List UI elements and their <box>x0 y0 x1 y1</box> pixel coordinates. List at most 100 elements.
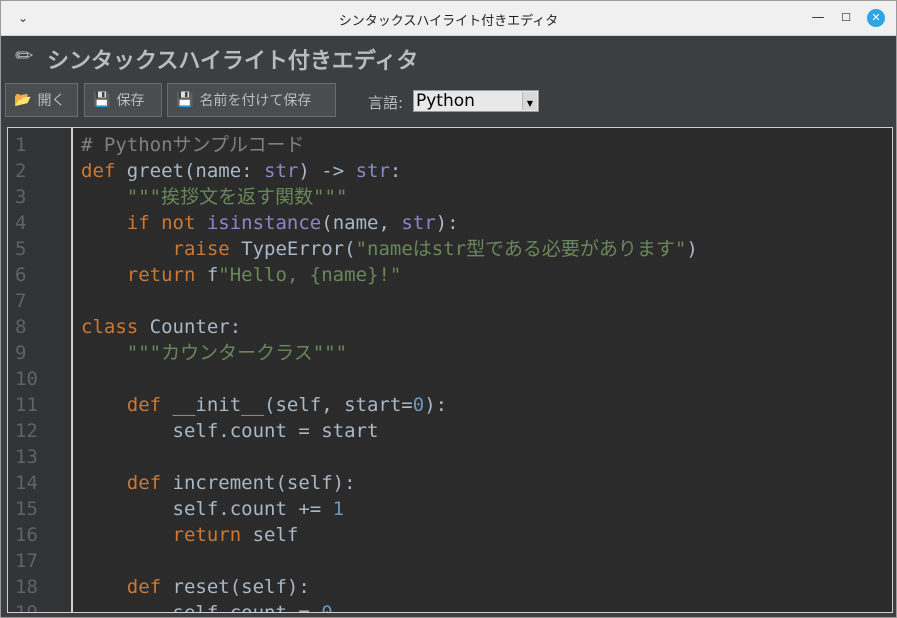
code-token: ): <box>435 212 459 234</box>
code-token: reset(self): <box>161 576 310 598</box>
code-token: isinstance <box>206 212 322 234</box>
code-token: f <box>195 264 219 286</box>
code-token: ): <box>424 394 448 416</box>
open-button[interactable]: 📂 開く <box>5 83 78 117</box>
code-line: """挨拶文を返す関数""" <box>81 184 348 210</box>
code-token: ) <box>686 238 698 260</box>
code-editor[interactable]: 1 2 3 4 5 6 7 8 9 10 11 12 13 14 15 16 17 18 19 # Pythonサン… <box>7 127 893 613</box>
code-token: Counter: <box>138 316 242 338</box>
code-token: self.count = start <box>81 420 379 442</box>
code-token: (name, <box>321 212 402 234</box>
save-button-label: 保存 <box>116 93 145 109</box>
line-number: 13 <box>15 446 38 468</box>
code-token: str <box>401 212 436 234</box>
code-token: def <box>126 576 162 598</box>
app-header: ✏ シンタックスハイライト付きエディタ <box>1 36 896 80</box>
save-button[interactable]: 💾 保存 <box>84 83 162 117</box>
code-token: def <box>126 394 162 416</box>
line-number: 6 <box>15 264 27 286</box>
floppy-disk-icon: 💾 <box>176 92 194 108</box>
code-token: # Pythonサンプルコード <box>81 134 305 156</box>
code-token: """挨拶文を返す関数""" <box>126 186 348 208</box>
save-as-button-label: 名前を付けて保存 <box>199 93 312 109</box>
title-bar: ⌄ シンタックスハイライト付きエディタ — ☐ ✕ <box>1 1 896 36</box>
code-token: return <box>172 524 242 546</box>
minimize-button[interactable]: — <box>809 9 827 27</box>
code-token: "Hello, {name}!" <box>218 264 402 286</box>
window-title: シンタックスハイライト付きエディタ <box>338 14 559 29</box>
line-number: 18 <box>15 576 38 598</box>
code-token: class <box>81 316 139 338</box>
page-title: シンタックスハイライト付きエディタ <box>47 49 419 74</box>
language-label: 言語: <box>368 94 404 112</box>
code-token: str <box>264 160 299 182</box>
line-number: 11 <box>15 394 38 416</box>
code-line: def increment(self): <box>81 470 356 496</box>
code-line: raise TypeError("nameはstr型である必要があります") <box>81 236 698 262</box>
code-line: self.count = 0 <box>81 600 333 613</box>
toolbar: 📂 開く 💾 保存 💾 名前を付けて保存 言語: Python ▼ <box>1 81 896 121</box>
code-token: 1 <box>332 498 345 520</box>
line-number: 9 <box>15 342 27 364</box>
code-token: greet(name: <box>115 160 265 182</box>
app-window: ⌄ シンタックスハイライト付きエディタ — ☐ ✕ ✏ シンタックスハイライト付… <box>0 0 897 618</box>
line-number: 1 <box>15 134 27 156</box>
line-number: 2 <box>15 160 27 182</box>
code-token: """カウンタークラス""" <box>126 342 348 364</box>
line-number: 19 <box>15 602 38 613</box>
line-number: 16 <box>15 524 38 546</box>
floppy-disk-icon: 💾 <box>93 92 111 108</box>
code-token: 0 <box>321 602 333 613</box>
pencil-icon: ✏ <box>15 44 34 69</box>
code-line: if not isinstance(name, str): <box>81 210 459 236</box>
line-number: 17 <box>15 550 38 572</box>
line-number-gutter: 1 2 3 4 5 6 7 8 9 10 11 12 13 14 15 16 17 18 19 <box>8 128 73 612</box>
code-token: __init__(self, start= <box>161 394 413 416</box>
code-area[interactable]: # Pythonサンプルコード def greet(name: str) -> s… <box>81 128 892 612</box>
code-token: raise <box>172 238 230 260</box>
folder-open-icon: 📂 <box>14 92 32 108</box>
code-line: return self <box>81 522 299 548</box>
line-number: 3 <box>15 186 27 208</box>
code-token: increment(self): <box>161 472 356 494</box>
language-select-value: Python <box>416 91 475 111</box>
line-number: 8 <box>15 316 27 338</box>
code-token: self.count = <box>81 602 322 613</box>
code-token: ) -> <box>298 160 356 182</box>
code-token: self <box>241 524 299 546</box>
close-button[interactable]: ✕ <box>867 9 885 27</box>
line-number: 10 <box>15 368 38 390</box>
code-token: def <box>126 472 162 494</box>
open-button-label: 開く <box>37 93 66 109</box>
line-number: 7 <box>15 290 27 312</box>
line-number: 12 <box>15 420 38 442</box>
code-token: self.count += <box>81 498 333 520</box>
code-line: self.count += 1 <box>81 496 345 522</box>
code-line: class Counter: <box>81 314 241 340</box>
language-select[interactable]: Python ▼ <box>413 90 539 112</box>
dropdown-arrow-icon[interactable]: ▼ <box>522 92 537 110</box>
code-token: str <box>355 160 390 182</box>
code-token: return <box>126 264 196 286</box>
code-line: """カウンタークラス""" <box>81 340 347 366</box>
line-number: 14 <box>15 472 38 494</box>
maximize-button[interactable]: ☐ <box>837 9 855 27</box>
code-line: def __init__(self, start=0): <box>81 392 447 418</box>
line-number: 4 <box>15 212 27 234</box>
save-as-button[interactable]: 💾 名前を付けて保存 <box>167 83 336 117</box>
code-token: TypeError( <box>229 238 356 260</box>
line-number: 15 <box>15 498 38 520</box>
code-token: : <box>389 160 402 182</box>
code-line: return f"Hello, {name}!" <box>81 262 402 288</box>
code-token: 0 <box>412 394 425 416</box>
code-line: def greet(name: str) -> str: <box>81 158 401 184</box>
line-number: 5 <box>15 238 27 260</box>
